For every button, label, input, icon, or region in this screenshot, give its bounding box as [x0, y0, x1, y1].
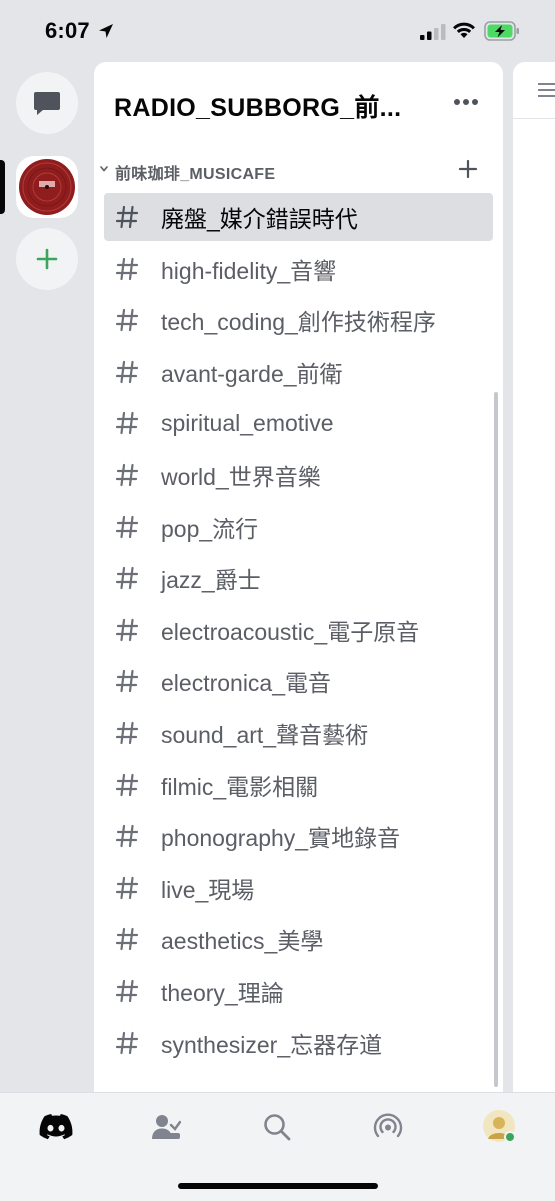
add-channel-icon[interactable]: [457, 158, 479, 180]
status-time: 6:07: [45, 18, 90, 43]
hash-icon: [115, 205, 139, 229]
header-divider: [513, 118, 555, 119]
vinyl-record-icon: [19, 159, 75, 215]
chat-panel-peek[interactable]: [513, 62, 555, 1092]
hash-icon: [115, 928, 139, 951]
channel-item[interactable]: phonography_實地錄音: [104, 812, 493, 860]
plus-icon: [36, 248, 58, 270]
tab-profile[interactable]: [482, 1109, 518, 1145]
channel-item[interactable]: synthesizer_忘器存道: [104, 1019, 493, 1067]
status-bar: 6:07: [0, 0, 555, 62]
hash-icon: [115, 515, 139, 538]
channel-item[interactable]: tech_coding_創作技術程序: [104, 296, 493, 344]
channel-item[interactable]: sound_art_聲音藝術: [104, 709, 493, 757]
channel-label: synthesizer_忘器存道: [161, 1031, 383, 1058]
channel-label: spiritual_emotive: [161, 409, 334, 436]
hash-icon: [115, 979, 139, 1003]
channel-item[interactable]: spiritual_emotive: [104, 399, 493, 447]
hash-icon: [115, 567, 139, 590]
selected-server-indicator: [0, 160, 5, 214]
hash-icon: [115, 463, 139, 487]
hash-icon: [115, 360, 139, 383]
channel-item[interactable]: aesthetics_美學: [104, 915, 493, 963]
direct-messages-button[interactable]: [16, 72, 78, 134]
channel-label: aesthetics_美學: [161, 928, 324, 955]
channel-item[interactable]: electroacoustic_電子原音: [104, 606, 493, 654]
server-name[interactable]: RADIO_SUBBORG_前...: [114, 88, 434, 124]
channel-label: avant-garde_前衛: [161, 360, 343, 387]
friends-icon: [152, 1115, 181, 1139]
channel-label: live_現場: [161, 876, 255, 903]
tab-friends[interactable]: [148, 1109, 184, 1145]
channel-label: filmic_電影相關: [161, 773, 319, 800]
channel-panel: RADIO_SUBBORG_前... 前味珈琲_MUSICAFE 廃盤_媒介錯誤…: [94, 62, 503, 1092]
hash-icon: [115, 670, 139, 693]
channel-item[interactable]: electronica_電音: [104, 657, 493, 705]
location-arrow-icon: [99, 24, 113, 38]
channel-label: electroacoustic_電子原音: [161, 618, 420, 645]
home-indicator: [178, 1183, 378, 1189]
channel-label: sound_art_聲音藝術: [161, 721, 369, 748]
hash-icon: [115, 257, 139, 280]
tab-home[interactable]: [38, 1109, 74, 1145]
channel-label: electronica_電音: [161, 670, 332, 697]
add-server-button[interactable]: [16, 228, 78, 290]
channel-label: phonography_實地錄音: [161, 825, 401, 852]
chat-bubble-icon: [34, 92, 60, 115]
channel-label: high-fidelity_音響: [161, 257, 337, 284]
channel-item[interactable]: jazz_爵士: [104, 554, 493, 602]
chevron-down-icon: [100, 166, 108, 172]
server-rail: [0, 62, 94, 1092]
channel-item[interactable]: pop_流行: [104, 503, 493, 551]
channel-label: tech_coding_創作技術程序: [161, 309, 436, 336]
tab-search[interactable]: [259, 1109, 295, 1145]
hash-icon: [115, 876, 139, 899]
search-icon: [264, 1114, 291, 1141]
channel-label: 廃盤_媒介錯誤時代: [161, 206, 358, 232]
channel-item[interactable]: theory_理論: [104, 967, 493, 1015]
wifi-icon: [453, 22, 475, 38]
category-header[interactable]: 前味珈琲_MUSICAFE: [99, 158, 489, 188]
category-label: 前味珈琲_MUSICAFE: [115, 166, 276, 183]
mentions-icon: [373, 1113, 403, 1138]
tab-mentions[interactable]: [370, 1109, 406, 1145]
hash-icon: [115, 825, 139, 848]
channel-item[interactable]: live_現場: [104, 864, 493, 912]
channel-item[interactable]: filmic_電影相關: [104, 761, 493, 809]
scrollbar[interactable]: [494, 392, 498, 1087]
hash-icon: [115, 412, 139, 435]
channel-list: 廃盤_媒介錯誤時代 high-fidelity_音響 tech_coding_創作技…: [104, 193, 493, 1070]
hash-icon: [115, 773, 139, 796]
channel-label: pop_流行: [161, 515, 259, 542]
channel-item[interactable]: 廃盤_媒介錯誤時代: [104, 193, 493, 241]
channel-label: theory_理論: [161, 979, 284, 1006]
channel-item[interactable]: high-fidelity_音響: [104, 245, 493, 293]
hash-icon: [115, 618, 139, 641]
hash-icon: [115, 1031, 139, 1054]
hamburger-menu-icon[interactable]: [538, 82, 555, 98]
cellular-signal-icon: [420, 24, 446, 40]
hash-icon: [115, 309, 139, 332]
server-icon-radio-subborg[interactable]: [16, 156, 78, 218]
battery-charging-icon: [484, 21, 519, 41]
channel-label: world_世界音樂: [161, 463, 321, 490]
more-options-icon[interactable]: [454, 98, 478, 106]
hash-icon: [115, 721, 139, 745]
channel-item[interactable]: avant-garde_前衛: [104, 348, 493, 396]
channel-label: jazz_爵士: [161, 567, 261, 594]
profile-avatar: [483, 1110, 516, 1143]
discord-home-icon: [39, 1114, 73, 1140]
channel-item[interactable]: world_世界音樂: [104, 451, 493, 499]
